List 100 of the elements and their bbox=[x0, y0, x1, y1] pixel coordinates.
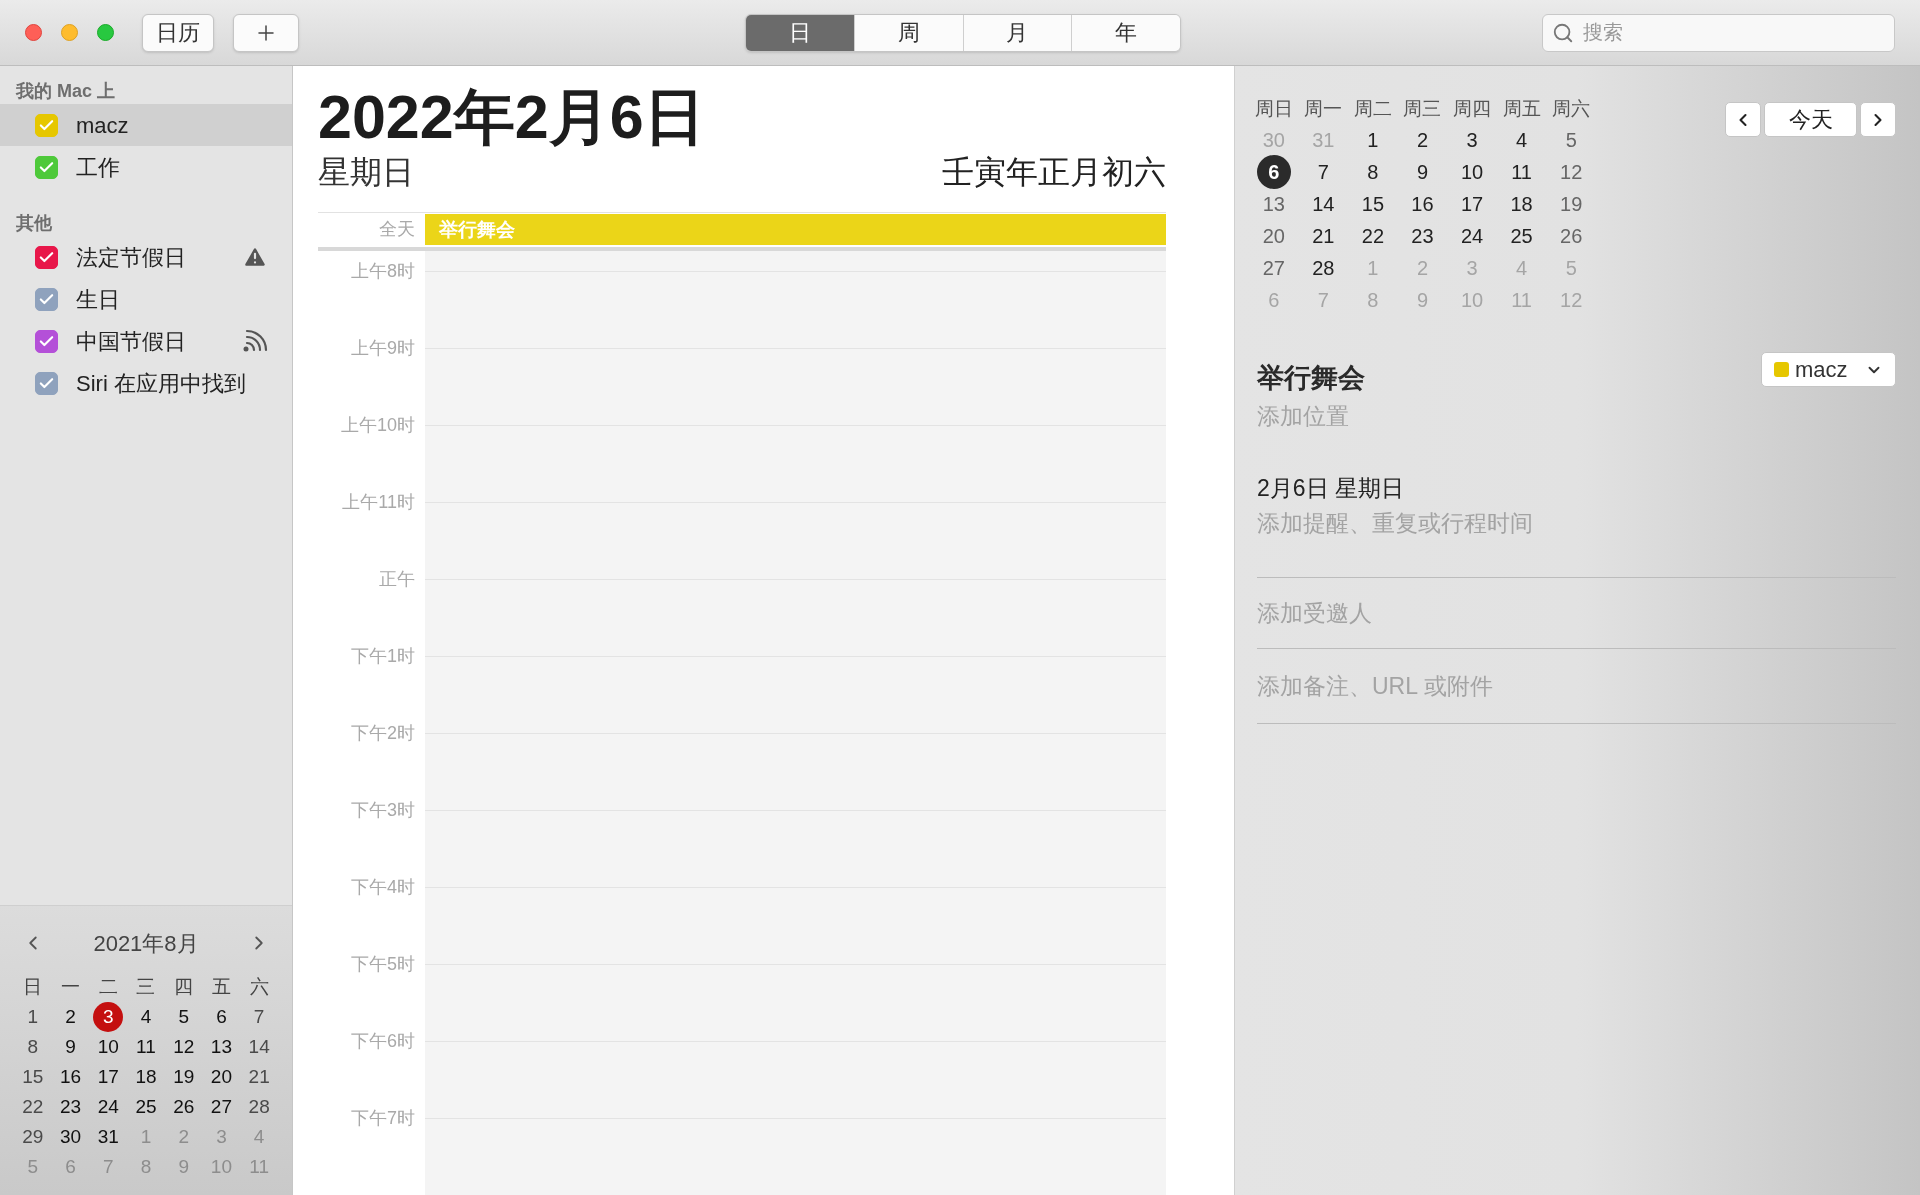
invitees-field[interactable]: 添加受邀人 bbox=[1257, 578, 1896, 648]
day-number[interactable]: 6 bbox=[206, 1002, 237, 1032]
day-number[interactable]: 4 bbox=[131, 1002, 161, 1032]
add-button[interactable] bbox=[233, 13, 299, 52]
day-number[interactable]: 21 bbox=[1306, 219, 1341, 253]
day-number[interactable]: 2 bbox=[1405, 123, 1440, 157]
calendar-checkbox[interactable] bbox=[35, 287, 58, 311]
day-number[interactable]: 17 bbox=[93, 1062, 124, 1092]
view-tab[interactable]: 年 bbox=[1071, 14, 1180, 51]
day-number[interactable]: 18 bbox=[131, 1062, 161, 1092]
day-number[interactable]: 14 bbox=[244, 1032, 275, 1062]
calendar-item[interactable]: Siri 在应用中找到 bbox=[0, 362, 292, 404]
day-number[interactable]: 18 bbox=[1504, 187, 1539, 221]
day-number[interactable]: 23 bbox=[1405, 219, 1440, 253]
hour-label: 上午8时 bbox=[351, 260, 415, 282]
day-number[interactable]: 20 bbox=[206, 1062, 237, 1092]
day-number[interactable]: 4 bbox=[1504, 123, 1539, 157]
day-number[interactable]: 1 bbox=[1355, 123, 1390, 157]
day-number[interactable]: 31 bbox=[93, 1122, 124, 1152]
calendar-checkbox[interactable] bbox=[35, 113, 58, 137]
calendar-item[interactable]: 中国节假日 bbox=[0, 320, 292, 362]
weekday-label: 三 bbox=[135, 974, 157, 999]
close-button[interactable] bbox=[25, 24, 42, 41]
day-number[interactable]: 13 bbox=[1256, 187, 1291, 221]
day-number[interactable]: 13 bbox=[206, 1032, 237, 1062]
day-number[interactable]: 29 bbox=[17, 1122, 48, 1152]
calendar-checkbox[interactable] bbox=[35, 371, 58, 395]
next-day-button[interactable] bbox=[1860, 102, 1896, 137]
day-number[interactable]: 24 bbox=[93, 1092, 124, 1122]
day-number[interactable]: 17 bbox=[1455, 187, 1490, 221]
day-number[interactable]: 20 bbox=[1256, 219, 1291, 253]
calendar-popup[interactable]: macz bbox=[1761, 352, 1896, 387]
day-number[interactable]: 11 bbox=[1504, 155, 1539, 189]
previous-day-button[interactable] bbox=[1725, 102, 1761, 137]
weekday-label: 周三 bbox=[1402, 96, 1443, 121]
day-number[interactable]: 3 bbox=[93, 1002, 124, 1032]
day-number[interactable]: 23 bbox=[55, 1092, 86, 1122]
day-number[interactable]: 8 bbox=[17, 1032, 48, 1062]
calendar-checkbox[interactable] bbox=[35, 245, 58, 269]
day-number[interactable]: 9 bbox=[1405, 155, 1440, 189]
calendar-item[interactable]: macz bbox=[0, 104, 292, 146]
signal-icon bbox=[242, 329, 268, 353]
day-number[interactable]: 14 bbox=[1306, 187, 1341, 221]
calendar-item[interactable]: 生日 bbox=[0, 278, 292, 320]
view-tab[interactable]: 日 bbox=[746, 14, 854, 51]
calendar-checkbox[interactable] bbox=[35, 155, 58, 179]
day-number[interactable]: 6 bbox=[1256, 155, 1291, 189]
today-button[interactable]: 今天 bbox=[1764, 102, 1857, 137]
day-number[interactable]: 7 bbox=[244, 1002, 275, 1032]
event-title: 举行舞会 bbox=[1257, 362, 1365, 395]
day-number[interactable]: 5 bbox=[168, 1002, 199, 1032]
calendar-item[interactable]: 工作 bbox=[0, 146, 292, 188]
notes-field[interactable]: 添加备注、URL 或附件 bbox=[1257, 649, 1896, 723]
view-tab[interactable]: 周 bbox=[853, 14, 963, 51]
day-number[interactable]: 21 bbox=[244, 1062, 275, 1092]
search-field[interactable]: 搜索 bbox=[1542, 13, 1895, 52]
day-number[interactable]: 15 bbox=[1355, 187, 1390, 221]
weekday-label: 二 bbox=[97, 974, 119, 999]
weekday-label: 五 bbox=[210, 974, 232, 999]
day-number[interactable]: 12 bbox=[168, 1032, 199, 1062]
day-number[interactable]: 25 bbox=[1504, 219, 1539, 253]
day-number[interactable]: 7 bbox=[1306, 155, 1341, 189]
calendar-checkbox[interactable] bbox=[35, 329, 58, 353]
day-number[interactable]: 30 bbox=[55, 1122, 86, 1152]
day-number[interactable]: 19 bbox=[168, 1062, 199, 1092]
day-number[interactable]: 22 bbox=[1355, 219, 1390, 253]
day-number[interactable]: 10 bbox=[1455, 155, 1490, 189]
calendars-button[interactable]: 日历 bbox=[142, 13, 214, 52]
day-number[interactable]: 28 bbox=[244, 1092, 275, 1122]
day-number[interactable]: 9 bbox=[55, 1032, 86, 1062]
day-number[interactable]: 26 bbox=[168, 1092, 199, 1122]
calendar-item[interactable]: 法定节假日 bbox=[0, 236, 292, 278]
minimize-button[interactable] bbox=[61, 24, 78, 41]
time-field[interactable]: 添加提醒、重复或行程时间 bbox=[1257, 505, 1896, 541]
day-number[interactable]: 28 bbox=[1306, 251, 1341, 285]
day-number[interactable]: 1 bbox=[17, 1002, 48, 1032]
day-number[interactable]: 26 bbox=[1554, 219, 1589, 253]
day-number[interactable]: 10 bbox=[93, 1032, 124, 1062]
day-number[interactable]: 12 bbox=[1554, 155, 1589, 189]
day-number[interactable]: 27 bbox=[1256, 251, 1291, 285]
day-number[interactable]: 24 bbox=[1455, 219, 1490, 253]
day-number[interactable]: 8 bbox=[1355, 155, 1390, 189]
day-number[interactable]: 16 bbox=[1405, 187, 1440, 221]
day-number[interactable]: 19 bbox=[1554, 187, 1589, 221]
section-title: 我的 Mac 上 bbox=[14, 79, 117, 103]
day-number[interactable]: 5 bbox=[1554, 123, 1589, 157]
day-number[interactable]: 16 bbox=[55, 1062, 86, 1092]
day-number[interactable]: 27 bbox=[206, 1092, 237, 1122]
weekday-label: 周日 bbox=[1253, 96, 1294, 121]
day-number[interactable]: 2 bbox=[55, 1002, 86, 1032]
location-field[interactable]: 添加位置 bbox=[1257, 398, 1896, 435]
day-number[interactable]: 15 bbox=[17, 1062, 48, 1092]
day-number[interactable]: 22 bbox=[17, 1092, 48, 1122]
day-number[interactable]: 25 bbox=[131, 1092, 161, 1122]
zoom-button[interactable] bbox=[97, 24, 114, 41]
day-number[interactable]: 11 bbox=[131, 1032, 161, 1062]
hour-label: 正午 bbox=[379, 568, 415, 590]
hour-label: 下午1时 bbox=[351, 645, 415, 667]
day-number[interactable]: 3 bbox=[1455, 123, 1490, 157]
view-tab[interactable]: 月 bbox=[962, 14, 1072, 51]
